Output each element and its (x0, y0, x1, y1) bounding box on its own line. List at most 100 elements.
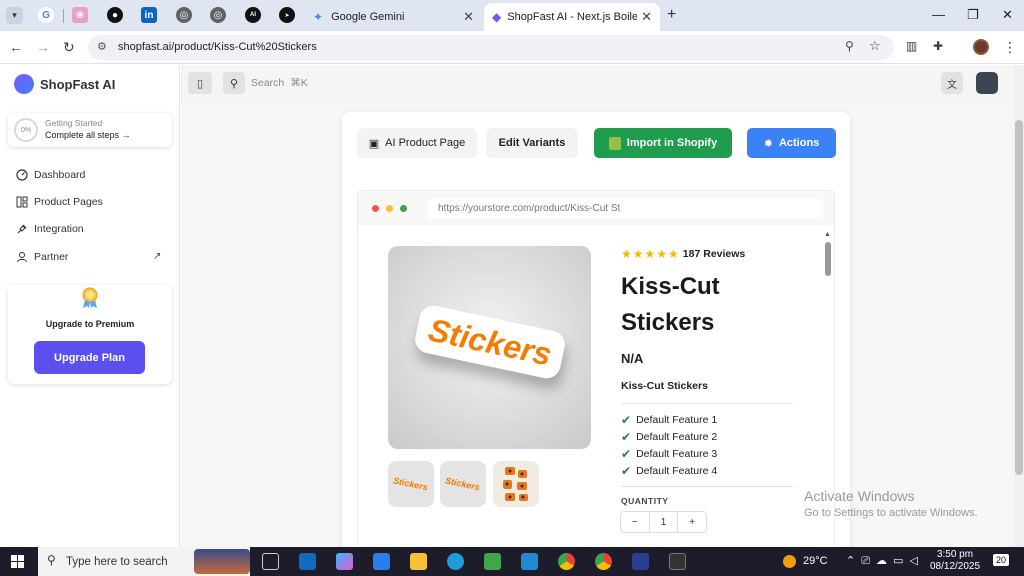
forward-icon[interactable]: → (36, 39, 50, 55)
search-icon: ⚲ (47, 553, 56, 567)
quantity-stepper[interactable]: − 1 + (620, 511, 707, 533)
reviews-count: 187 Reviews (682, 248, 746, 260)
import-shopify-button[interactable]: Import in Shopify (594, 128, 732, 158)
app-icon[interactable]: AI (245, 7, 261, 23)
product-editor-card: ▣ AI Product Page Edit Variants Import i… (342, 112, 850, 560)
taskbar-search[interactable]: ⚲ Type here to search (38, 547, 250, 576)
thumbnail-3[interactable] (493, 461, 539, 507)
quantity-value[interactable]: 1 (648, 512, 678, 532)
sidebar-item-partner[interactable]: Partner (16, 251, 68, 263)
omnibox[interactable]: ⚙ shopfast.ai/product/Kiss-Cut%20Sticker… (88, 35, 894, 60)
gear-icon: ✹ (763, 137, 773, 150)
menu-icon[interactable]: ⋮ (1003, 39, 1017, 56)
search-shortcut: ⌘K (290, 77, 308, 89)
feature-text: Default Feature 4 (636, 465, 718, 477)
product-title-line1: Kiss-Cut (621, 273, 720, 300)
close-icon[interactable]: ✕ (641, 9, 652, 25)
check-icon: ✔ (621, 464, 632, 478)
app-icon[interactable] (632, 553, 649, 570)
quantity-label: QUANTITY (621, 496, 669, 506)
sticker-graphic: Stickers (412, 303, 568, 381)
chrome-active-icon[interactable] (595, 553, 612, 570)
thumbnail-2[interactable]: Stickers (440, 461, 486, 507)
sidebar-item-label: Product Pages (34, 196, 103, 208)
divider (621, 403, 793, 404)
chrome-icon[interactable] (558, 553, 575, 570)
restore-button[interactable]: ❐ (967, 7, 979, 23)
tab-shopfast[interactable]: ◆ ShopFast AI - Next.js Boilerplate ✕ (484, 3, 660, 31)
translate-icon[interactable]: 文 (941, 72, 963, 94)
file-explorer-icon[interactable] (410, 553, 427, 570)
linkedin-icon[interactable]: in (141, 7, 157, 23)
reload-icon[interactable]: ↻ (63, 39, 75, 56)
app-icon[interactable]: ➤ (279, 7, 295, 23)
tab-search-icon[interactable]: ▾ (6, 7, 23, 24)
edge-icon[interactable] (447, 553, 464, 570)
close-icon[interactable]: ✕ (463, 9, 474, 25)
globe-icon[interactable]: ◎ (210, 7, 226, 23)
profile-avatar[interactable] (973, 39, 989, 55)
github-icon[interactable]: ● (107, 7, 123, 23)
edit-variants-button[interactable]: Edit Variants (486, 128, 578, 158)
tab-label: Google Gemini (331, 11, 405, 23)
sidebar-item-dashboard[interactable]: Dashboard (16, 169, 85, 181)
rating-row[interactable]: ★★★★★ 187 Reviews (621, 247, 745, 261)
feature-text: Default Feature 3 (636, 448, 718, 460)
new-tab-button[interactable]: + (667, 6, 676, 24)
back-icon[interactable]: ← (9, 39, 23, 55)
clock[interactable]: 3:50 pm 08/12/2025 (930, 549, 980, 573)
page-scroll-thumb[interactable] (1015, 120, 1023, 475)
decrement-button[interactable]: − (621, 512, 649, 532)
sidebar-item-label: Integration (34, 223, 84, 235)
scroll-thumb[interactable] (825, 242, 831, 276)
site-info-icon[interactable]: ⚙ (97, 40, 107, 53)
thumbnail-1[interactable]: Stickers (388, 461, 434, 507)
extensions-icon[interactable]: ✚ (933, 39, 943, 53)
url-text[interactable]: shopfast.ai/product/Kiss-Cut%20Stickers (118, 41, 317, 53)
weather-temp[interactable]: 29°C (803, 555, 828, 567)
button-label: AI Product Page (385, 137, 466, 149)
sidebar-toggle-icon[interactable]: ▯ (188, 72, 212, 94)
vscode-icon[interactable] (521, 553, 538, 570)
scroll-up-icon[interactable]: ▲ (824, 231, 831, 238)
sidebar-item-integration[interactable]: Integration (16, 223, 84, 235)
outlook-icon[interactable] (299, 553, 316, 570)
zoom-icon[interactable]: ⚲ (845, 39, 854, 53)
notification-icon[interactable]: 20 (993, 554, 1010, 566)
taskbar-search-text: Type here to search (66, 555, 168, 568)
feature-item: ✔ Default Feature 2 (621, 430, 717, 444)
tab-gemini[interactable]: ✦ Google Gemini ✕ (305, 3, 482, 31)
product-subtitle: Kiss-Cut Stickers (621, 380, 708, 392)
actions-button[interactable]: ✹ Actions (747, 128, 836, 158)
bookmark-star-icon[interactable]: ☆ (869, 38, 881, 54)
system-tray-icons[interactable]: ⌃⎚☁▭◁ (846, 554, 924, 568)
page-scrollbar[interactable] (1014, 65, 1024, 547)
feature-item: ✔ Default Feature 1 (621, 413, 717, 427)
store-icon[interactable] (373, 553, 390, 570)
dashboard-icon (16, 169, 28, 181)
getting-started-card[interactable]: 0% Getting Started Complete all steps → (8, 113, 172, 147)
app-icon[interactable] (484, 553, 501, 570)
barcode-icon[interactable]: ▥ (906, 39, 917, 53)
increment-button[interactable]: + (677, 512, 706, 532)
task-view-icon[interactable] (262, 553, 279, 570)
window-close-button[interactable]: ✕ (1002, 7, 1013, 23)
search-highlight-image (194, 549, 250, 574)
app-icon[interactable]: ❀ (72, 7, 88, 23)
minimize-button[interactable]: — (932, 7, 945, 22)
weather-icon[interactable] (783, 555, 796, 568)
upgrade-plan-button[interactable]: Upgrade Plan (34, 341, 145, 374)
copilot-icon[interactable] (336, 553, 353, 570)
terminal-icon[interactable] (669, 553, 686, 570)
globe-icon[interactable]: ◎ (176, 7, 192, 23)
theme-toggle-icon[interactable] (976, 72, 998, 94)
external-link-icon[interactable]: ↗ (153, 251, 161, 262)
brand[interactable]: ShopFast AI (14, 74, 115, 94)
grid-icon (16, 196, 28, 208)
arrow-right-icon: → (121, 130, 131, 140)
google-icon[interactable]: G (38, 7, 54, 23)
windows-start-icon[interactable] (11, 555, 24, 568)
ai-product-page-button[interactable]: ▣ AI Product Page (357, 128, 477, 158)
sidebar-item-product-pages[interactable]: Product Pages (16, 196, 103, 208)
search-bar[interactable]: ⚲ Search ⌘K (223, 72, 363, 94)
